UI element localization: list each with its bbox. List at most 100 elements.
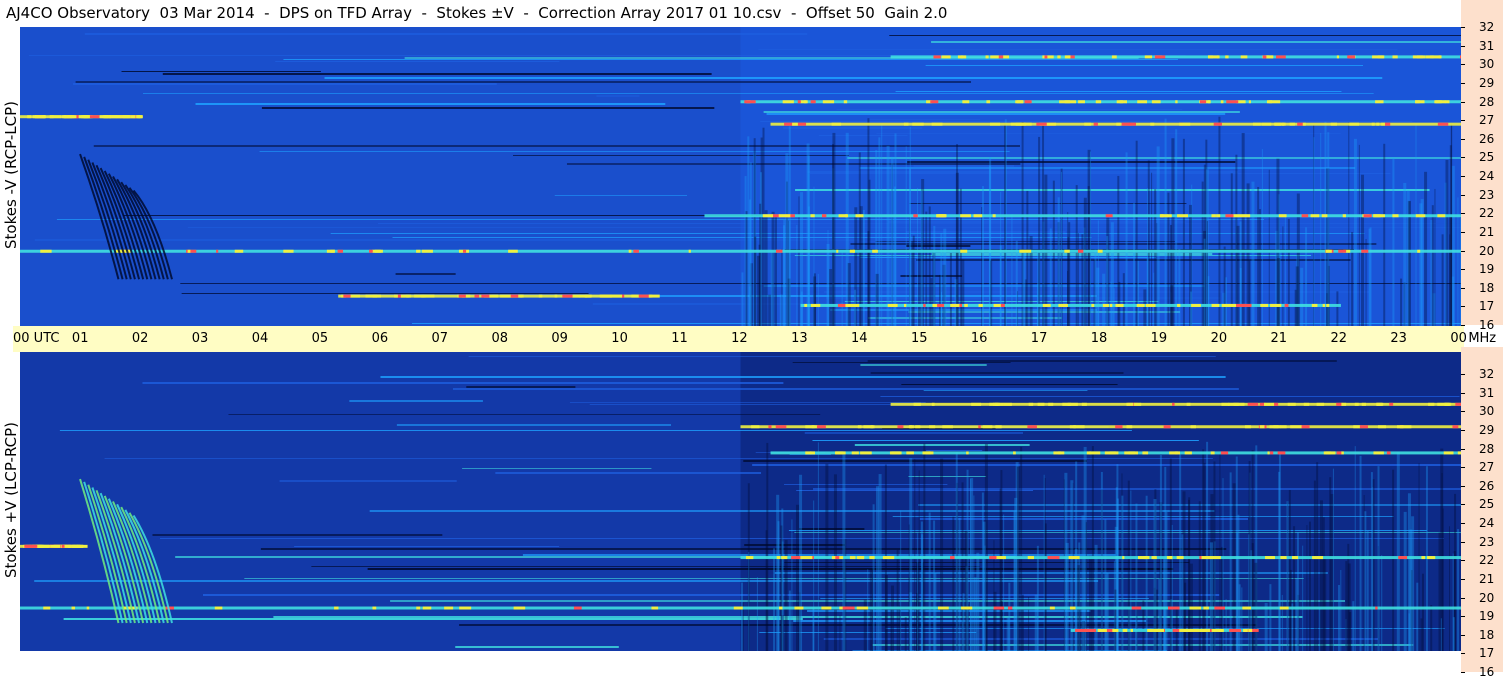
- band-hotspot: [872, 249, 878, 253]
- band-hotspot: [1203, 606, 1209, 610]
- spectral-row: [901, 384, 1118, 385]
- vertical-streak: [1102, 273, 1106, 326]
- spectral-row: [809, 173, 1391, 174]
- time-tick-label: 09: [551, 331, 568, 346]
- spectral-row: [283, 59, 1178, 60]
- vertical-streak: [1445, 160, 1449, 326]
- band-hotspot: [330, 249, 335, 253]
- band-hotspot: [1169, 451, 1181, 455]
- spectral-row: [895, 91, 1342, 92]
- frequency-tick: [1461, 325, 1465, 326]
- vertical-streak: [1011, 213, 1013, 326]
- band-hotspot: [1097, 249, 1103, 253]
- time-tick-label: 17: [1030, 331, 1048, 346]
- band-hotspot: [50, 544, 61, 548]
- time-tick-label: 12: [731, 331, 748, 346]
- band-hotspot: [1280, 425, 1287, 429]
- band-hotspot: [1375, 100, 1384, 104]
- vertical-streak: [1408, 613, 1410, 651]
- band-hotspot: [1116, 122, 1121, 126]
- band-hotspot: [1211, 214, 1216, 218]
- spectral-row: [452, 388, 1239, 390]
- vertical-streak: [1248, 534, 1250, 651]
- spectral-row: [522, 554, 1116, 556]
- band-hotspot: [1069, 425, 1076, 429]
- vertical-streak: [1029, 235, 1033, 326]
- time-tick-label: 00 UTC: [13, 331, 60, 346]
- time-tick-label: 00: [1450, 331, 1467, 346]
- band-hotspot: [849, 303, 860, 307]
- vertical-streak: [1347, 543, 1350, 651]
- spectral-row: [466, 386, 576, 388]
- band-hotspot: [136, 115, 142, 119]
- band-hotspot: [912, 122, 924, 126]
- band-hotspot: [778, 214, 791, 218]
- band-hotspot: [998, 55, 1004, 59]
- band-hotspot: [961, 606, 973, 610]
- vertical-streak: [756, 577, 758, 651]
- spectral-row: [273, 616, 1303, 618]
- vertical-streak: [1090, 151, 1092, 326]
- frequency-tick: [1461, 157, 1465, 159]
- spectral-row: [908, 476, 987, 477]
- vertical-streak: [930, 278, 933, 326]
- vertical-streak: [1236, 533, 1239, 651]
- vertical-streak: [1091, 446, 1094, 651]
- vertical-streak: [780, 525, 783, 651]
- frequency-tick: [1461, 560, 1465, 562]
- vertical-streak: [1251, 543, 1254, 651]
- spectral-row: [162, 73, 712, 75]
- band-hotspot: [1154, 55, 1166, 59]
- band-hotspot: [572, 294, 581, 298]
- band-hotspot: [372, 606, 377, 610]
- band-hotspot: [810, 100, 816, 104]
- band-hotspot: [937, 303, 945, 307]
- frequency-tick: [1461, 634, 1465, 636]
- band-hotspot: [688, 249, 691, 253]
- vertical-streak: [867, 569, 869, 651]
- vertical-streak: [1403, 511, 1407, 651]
- band-hotspot: [962, 100, 970, 104]
- spectral-row: [395, 273, 456, 275]
- frequency-tick: [1461, 64, 1465, 66]
- vertical-streak: [858, 152, 861, 326]
- spectral-row: [275, 61, 560, 62]
- time-tick-label: 08: [491, 331, 508, 346]
- band-hotspot: [1444, 100, 1450, 104]
- time-tick-label: 11: [671, 331, 688, 346]
- vertical-streak: [795, 504, 799, 651]
- spectral-row: [818, 135, 908, 136]
- vertical-streak: [774, 216, 777, 326]
- band-hotspot: [906, 451, 914, 455]
- band-hotspot: [1247, 402, 1259, 406]
- band-hotspot: [1375, 606, 1378, 610]
- vertical-streak: [881, 124, 883, 326]
- spectral-row: [859, 167, 1356, 169]
- band-hotspot: [631, 294, 641, 298]
- vertical-streak: [1400, 278, 1403, 326]
- band-hotspot: [599, 294, 612, 298]
- vertical-streak: [1034, 594, 1038, 651]
- vertical-streak: [1442, 508, 1444, 651]
- band-hotspot: [1261, 122, 1272, 126]
- vertical-streak: [759, 203, 762, 326]
- vertical-streak: [1074, 549, 1078, 651]
- band-hotspot: [1310, 214, 1320, 218]
- frequency-tick: [1461, 213, 1465, 215]
- band-hotspot: [1138, 556, 1150, 560]
- band-hotspot: [1212, 556, 1221, 560]
- frequency-tick: [1461, 392, 1465, 394]
- frequency-tick-label: 27: [1479, 113, 1495, 128]
- frequency-tick-label: 16: [1479, 665, 1495, 679]
- vertical-streak: [1338, 585, 1341, 651]
- band-hotspot: [964, 303, 968, 307]
- vertical-streak: [1319, 500, 1323, 651]
- band-hotspot: [1349, 122, 1359, 126]
- time-tick-label: 07: [431, 331, 449, 346]
- frequency-unit-label: MHz: [1468, 331, 1497, 346]
- vertical-streak: [1370, 472, 1373, 651]
- vertical-streak: [1420, 198, 1424, 326]
- vertical-streak: [832, 144, 835, 326]
- band-hotspot: [1028, 402, 1034, 406]
- band-hotspot: [1359, 425, 1368, 429]
